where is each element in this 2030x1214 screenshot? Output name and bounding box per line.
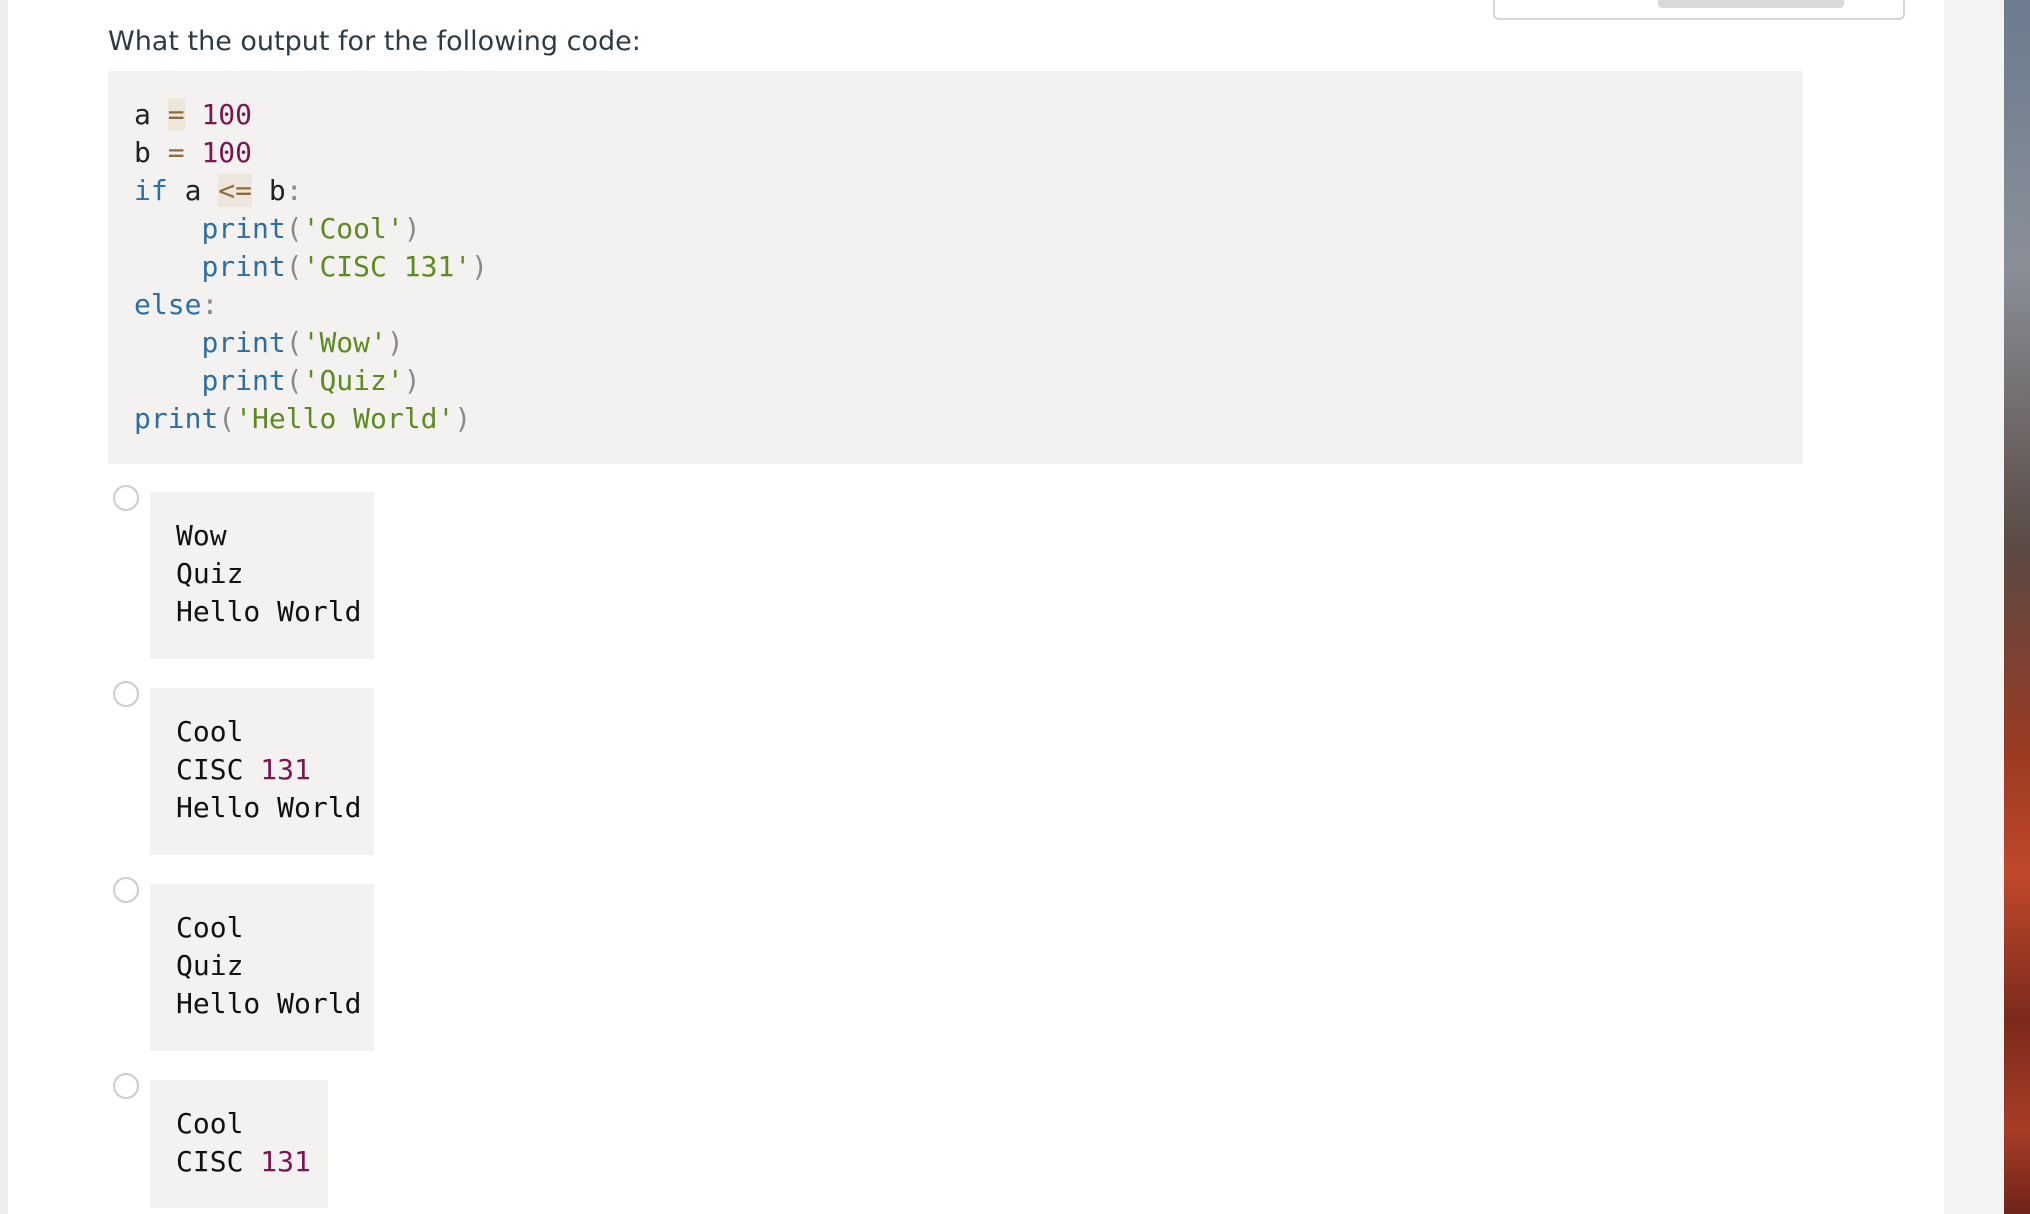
code-token: 131	[260, 753, 311, 786]
code-line-3: if a <= b:	[134, 172, 1777, 210]
code-token: b	[252, 174, 286, 207]
code-token: 131	[260, 1145, 311, 1178]
option-1-line-2: Quiz	[176, 555, 348, 593]
code-token: Hello World	[176, 987, 362, 1020]
code-token: 'CISC 131'	[302, 250, 472, 283]
top-panel-button[interactable]	[1658, 0, 1844, 8]
option-1-line-1: Wow	[176, 517, 348, 555]
code-token: CISC	[176, 1145, 261, 1178]
left-edge	[0, 0, 8, 1214]
question-text: What the output for the following code:	[108, 26, 641, 57]
option-2-radio[interactable]	[113, 681, 139, 707]
option-3-line-2: Quiz	[176, 947, 348, 985]
option-2-line-1: Cool	[176, 713, 348, 751]
top-panel	[1493, 0, 1905, 20]
code-content: a = 100 b = 100 if a <= b: print('Cool') p…	[134, 96, 1777, 438]
code-token: <=	[218, 174, 253, 207]
code-token: )	[403, 364, 421, 397]
code-token: print	[201, 250, 286, 283]
code-line-1: a = 100	[134, 96, 1777, 134]
code-token: 100	[201, 136, 253, 169]
code-token: print	[201, 326, 286, 359]
code-token: Quiz	[176, 557, 244, 590]
code-line-5: print('CISC 131')	[134, 248, 1777, 286]
option-1-line-3: Hello World	[176, 593, 361, 631]
option-4-text: Cool CISC 131	[176, 1105, 311, 1181]
code-token: )	[386, 326, 404, 359]
option-3-line-1: Cool	[176, 909, 348, 947]
code-token: print	[201, 212, 286, 245]
code-token: Quiz	[176, 949, 244, 982]
code-token: (	[285, 326, 303, 359]
code-token: Hello World	[176, 595, 362, 628]
code-line-8: print('Quiz')	[134, 362, 1777, 400]
desktop-wallpaper	[2004, 0, 2030, 1214]
option-1-text: Wow Quiz Hello World	[176, 517, 361, 631]
code-token: 'Cool'	[302, 212, 404, 245]
code-token: Cool	[176, 1107, 244, 1140]
option-2-text: Cool CISC 131 Hello World	[176, 713, 361, 827]
code-token: 'Wow'	[302, 326, 387, 359]
code-token: print	[201, 364, 286, 397]
option-4-line-2: CISC 131	[176, 1143, 311, 1181]
option-3-radio[interactable]	[113, 877, 139, 903]
code-token: =	[167, 98, 185, 131]
code-line-7: print('Wow')	[134, 324, 1777, 362]
option-3-text: Cool Quiz Hello World	[176, 909, 361, 1023]
option-2-line-3: Hello World	[176, 789, 361, 827]
option-2-box[interactable]: Cool CISC 131 Hello World	[150, 688, 374, 855]
code-token: (	[285, 250, 303, 283]
code-line-2: b = 100	[134, 134, 1777, 172]
code-token: (	[285, 212, 303, 245]
option-1-box[interactable]: Wow Quiz Hello World	[150, 492, 374, 659]
code-token: Wow	[176, 519, 227, 552]
option-4-radio[interactable]	[113, 1073, 139, 1099]
code-token: print	[134, 402, 219, 435]
code-token: b	[134, 136, 168, 169]
code-token: else	[134, 288, 202, 321]
option-3-line-3: Hello World	[176, 985, 361, 1023]
code-token: if	[134, 174, 168, 207]
code-token: )	[454, 402, 472, 435]
code-token: =	[167, 136, 185, 169]
option-3-box[interactable]: Cool Quiz Hello World	[150, 884, 374, 1051]
code-line-4: print('Cool')	[134, 210, 1777, 248]
code-token: a	[134, 98, 168, 131]
code-token: )	[403, 212, 421, 245]
code-token: (	[218, 402, 236, 435]
code-line-9: print('Hello World')	[134, 400, 1777, 438]
option-4-line-1: Cool	[176, 1105, 302, 1143]
code-block: a = 100 b = 100 if a <= b: print('Cool') p…	[108, 71, 1803, 464]
option-1-radio[interactable]	[113, 485, 139, 511]
code-token: a	[167, 174, 219, 207]
code-token: Hello World	[176, 791, 362, 824]
code-token: 'Quiz'	[302, 364, 404, 397]
code-token: Cool	[176, 911, 244, 944]
code-token: :	[285, 174, 303, 207]
code-line-6: else:	[134, 286, 1777, 324]
code-token: )	[471, 250, 489, 283]
code-token: Cool	[176, 715, 244, 748]
option-2-line-2: CISC 131	[176, 751, 348, 789]
scroll-gutter	[1944, 0, 2004, 1214]
code-token: :	[201, 288, 219, 321]
option-4-box[interactable]: Cool CISC 131	[150, 1080, 328, 1208]
code-token: CISC	[176, 753, 261, 786]
code-token: (	[285, 364, 303, 397]
code-token: 100	[201, 98, 253, 131]
code-token: 'Hello World'	[235, 402, 455, 435]
